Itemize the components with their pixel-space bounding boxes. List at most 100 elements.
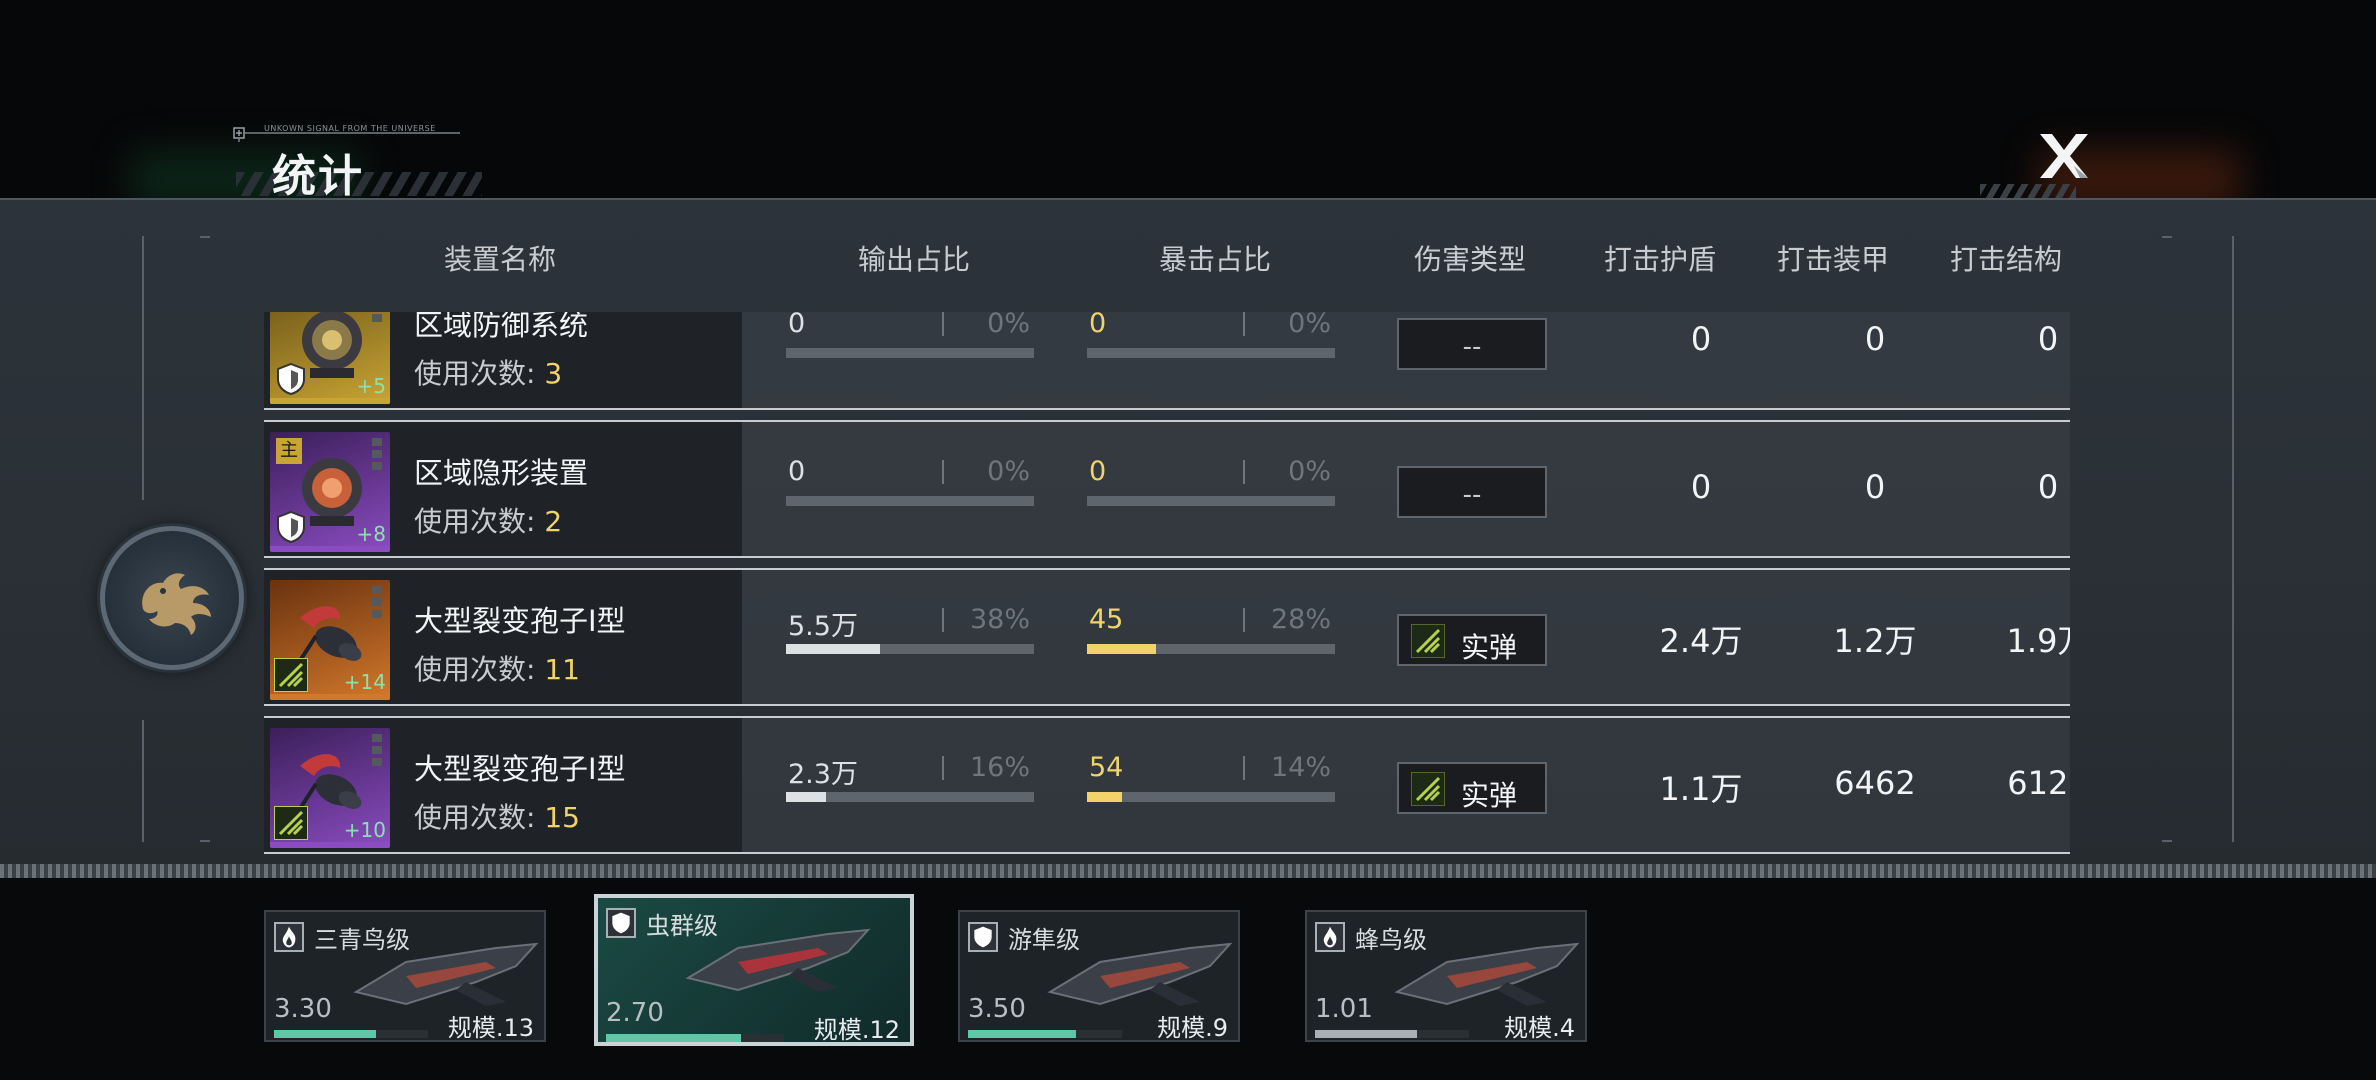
crit-bar-fill: [1087, 792, 1122, 802]
hit-structure-value: 0: [2037, 320, 2059, 358]
slot-bars-icon: [372, 586, 382, 618]
panel-bottom-strip: [0, 864, 2376, 878]
device-name: 大型裂变孢子Ⅰ型: [414, 752, 626, 786]
output-value: 0: [788, 456, 806, 487]
ship-card[interactable]: 虫群级 2.70 规模.12: [594, 894, 914, 1046]
output-ratio-cell: 5.5万 38%: [786, 604, 1034, 664]
flame-icon: [282, 926, 296, 948]
kinetic-type-icon: [274, 806, 308, 840]
ship-power-bar-fill: [968, 1030, 1076, 1038]
device-level: +10: [343, 818, 386, 842]
col-header-output-ratio: 输出占比: [857, 243, 970, 276]
device-cell: +10 大型裂变孢子Ⅰ型 使用次数: 15: [264, 718, 742, 852]
ship-power-bar-fill: [274, 1030, 376, 1038]
hit-armor-value: 6462: [1834, 764, 1916, 802]
output-ratio-cell: 0 0%: [786, 456, 1034, 516]
hit-armor-value: 0: [1864, 320, 1886, 358]
col-header-hit-shield: 打击护盾: [1603, 243, 1716, 276]
ship-power: 3.50: [968, 994, 1026, 1024]
ship-power-bar: [1315, 1030, 1469, 1038]
crit-pct: 14%: [1270, 752, 1331, 783]
crit-pct: 0%: [1288, 456, 1331, 487]
main-tag-badge: 主: [276, 438, 302, 464]
output-bar-fill: [786, 792, 826, 802]
ship-scale: 规模.12: [813, 1016, 900, 1044]
crit-bar: [1087, 496, 1335, 506]
corner-tick: [200, 840, 210, 842]
output-bar: [786, 644, 1034, 654]
corner-tick: [2162, 236, 2172, 238]
stats-table[interactable]: +5 区域防御系统 使用次数: 3 0 0% 0 0% -- 0 0 0 主 +…: [264, 312, 2070, 860]
col-header-device-name: 装置名称: [443, 243, 556, 276]
close-button[interactable]: [2036, 130, 2092, 182]
crit-pct: 0%: [1288, 312, 1331, 339]
output-value: 5.5万: [788, 611, 858, 642]
device-icon[interactable]: +10: [270, 728, 390, 848]
uses-count: 15: [544, 801, 580, 834]
fleet-emblem: [100, 526, 244, 670]
damage-type-label: 实弹: [1461, 631, 1518, 664]
ship-class-badge: [606, 908, 636, 938]
device-cell: +14 大型裂变孢子Ⅰ型 使用次数: 11: [264, 570, 742, 704]
device-name: 大型裂变孢子Ⅰ型: [414, 604, 626, 638]
ship-power: 2.70: [606, 998, 664, 1028]
side-line-right: [2232, 236, 2234, 842]
side-line-left-lower: [142, 720, 144, 842]
device-name: 区域防御系统: [414, 312, 589, 342]
ship-power-bar: [274, 1030, 428, 1038]
side-line-left: [142, 236, 144, 500]
table-row[interactable]: +5 区域防御系统 使用次数: 3 0 0% 0 0% -- 0 0 0: [264, 312, 2070, 410]
output-bar: [786, 348, 1034, 358]
output-pct: 0%: [987, 312, 1030, 339]
ship-card[interactable]: 蜂鸟级 1.01 规模.4: [1305, 910, 1587, 1042]
hit-shield-value: 2.4万: [1659, 622, 1743, 660]
device-icon[interactable]: 主 +8: [270, 432, 390, 552]
device-name: 区域隐形装置: [414, 456, 589, 490]
uses-label: 使用次数:: [414, 505, 545, 538]
uses-label: 使用次数:: [414, 653, 545, 686]
hit-armor-value: 1.2万: [1833, 622, 1917, 660]
device-level: +8: [356, 522, 386, 546]
device-uses: 使用次数: 3: [414, 352, 562, 392]
col-header-hit-armor: 打击装甲: [1776, 243, 1889, 276]
device-icon[interactable]: +5: [270, 312, 390, 404]
output-pct: 38%: [969, 604, 1030, 635]
ship-power-bar-fill: [1315, 1030, 1417, 1038]
hit-armor-value: 0: [1864, 468, 1886, 506]
damage-type-empty: --: [1462, 332, 1482, 362]
table-row[interactable]: 主 +8 区域隐形装置 使用次数: 2 0 0% 0 0% -- 0 0 0: [264, 420, 2070, 558]
hit-structure-value: 1.9万: [2006, 622, 2070, 660]
damage-type-cell: --: [1397, 466, 1547, 518]
ship-scale: 规模.9: [1157, 1014, 1228, 1042]
header: UNKOWN SIGNAL FROM THE UNIVERSE 统计: [0, 0, 2376, 202]
output-value: 0: [788, 312, 806, 339]
output-bar: [786, 792, 1034, 802]
close-stripes: [1980, 184, 2076, 198]
crit-bar: [1087, 792, 1335, 802]
ship-class-badge: [1315, 922, 1345, 952]
ship-scale: 规模.13: [447, 1014, 534, 1042]
output-bar: [786, 496, 1034, 506]
table-row[interactable]: +14 大型裂变孢子Ⅰ型 使用次数: 11 5.5万 38% 45 28% 实弹…: [264, 568, 2070, 706]
ship-class-badge: [274, 922, 304, 952]
damage-type-cell: 实弹: [1397, 614, 1547, 666]
hit-shield-value: 0: [1690, 468, 1712, 506]
ship-card[interactable]: 三青鸟级 3.30 规模.13: [264, 910, 546, 1042]
table-row[interactable]: +10 大型裂变孢子Ⅰ型 使用次数: 15 2.3万 16% 54 14% 实弹…: [264, 716, 2070, 854]
ship-scale: 规模.4: [1504, 1014, 1575, 1042]
device-uses: 使用次数: 11: [414, 648, 580, 688]
hit-shield-value: 0: [1690, 320, 1712, 358]
shield-type-icon: [277, 362, 305, 396]
output-pct: 16%: [969, 752, 1030, 783]
device-icon[interactable]: +14: [270, 580, 390, 700]
device-uses: 使用次数: 2: [414, 500, 562, 540]
device-uses: 使用次数: 15: [414, 796, 580, 836]
damage-type-empty: --: [1462, 480, 1482, 510]
device-level: +5: [356, 374, 386, 398]
col-header-damage-type: 伤害类型: [1413, 243, 1526, 276]
ship-card[interactable]: 游隼级 3.50 规模.9: [958, 910, 1240, 1042]
page-title: 统计: [272, 151, 364, 202]
kinetic-icon: [1411, 624, 1445, 658]
crit-ratio-cell: 0 0%: [1087, 456, 1335, 516]
ship-power-bar: [968, 1030, 1122, 1038]
